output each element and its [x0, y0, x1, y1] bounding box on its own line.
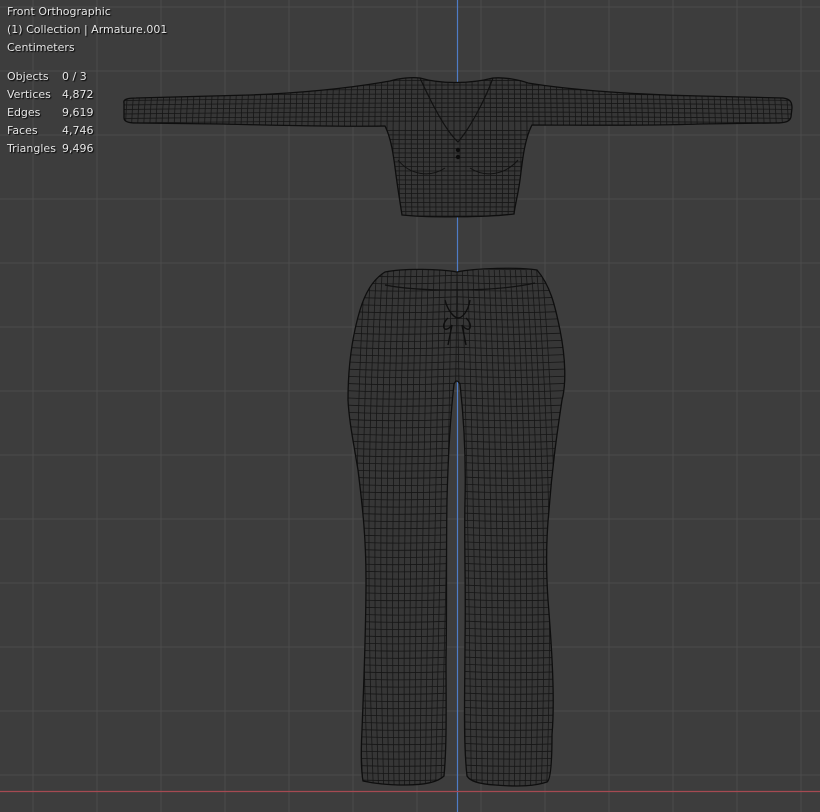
stat-edges: Edges 9,619 [7, 104, 167, 122]
stat-value: 4,872 [62, 88, 94, 101]
stat-label: Triangles [7, 142, 56, 155]
stat-triangles: Triangles 9,496 [7, 140, 167, 158]
collection-info: (1) Collection | Armature.001 [7, 23, 168, 36]
3d-viewport[interactable]: Front Orthographic (1) Collection | Arma… [0, 0, 820, 812]
stat-value: 0 / 3 [62, 70, 87, 83]
stat-value: 9,496 [62, 142, 94, 155]
stat-label: Edges [7, 106, 41, 119]
stat-label: Objects [7, 70, 49, 83]
stat-value: 4,746 [62, 124, 94, 137]
stat-objects: Objects 0 / 3 [7, 68, 167, 86]
scene-statistics: Objects 0 / 3 Vertices 4,872 Edges 9,619… [7, 68, 167, 158]
stat-label: Vertices [7, 88, 51, 101]
pants-mesh[interactable] [340, 267, 570, 790]
stat-label: Faces [7, 124, 38, 137]
viewport-info-overlay: Front Orthographic (1) Collection | Arma… [7, 3, 167, 158]
top-mesh[interactable] [119, 70, 795, 221]
view-name: Front Orthographic [7, 5, 111, 18]
stat-value: 9,619 [62, 106, 94, 119]
stat-vertices: Vertices 4,872 [7, 86, 167, 104]
units-label: Centimeters [7, 41, 75, 54]
stat-faces: Faces 4,746 [7, 122, 167, 140]
